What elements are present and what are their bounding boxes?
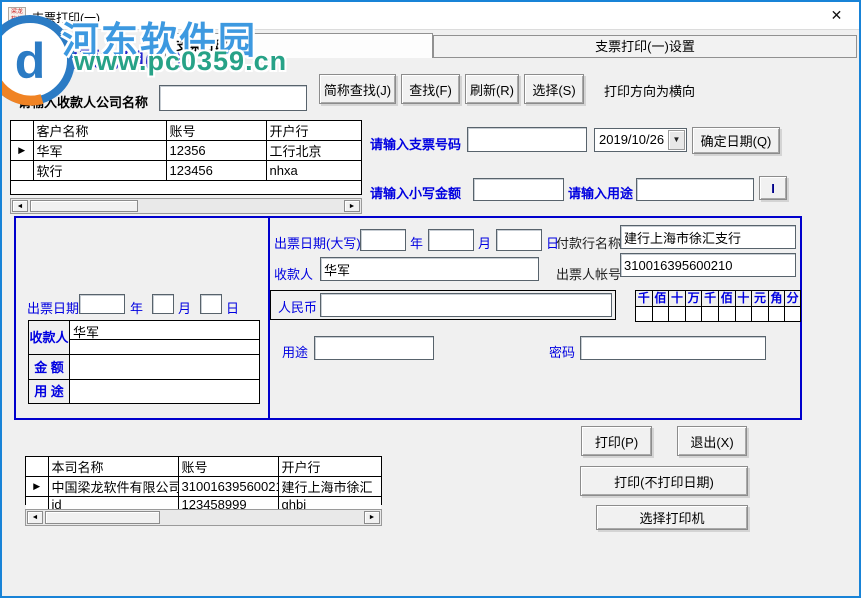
stub-year-suffix: 年 (130, 298, 143, 317)
company-grid: 本司名称 账号 开户行 ▶ 中国梁龙软件有限公司 31001639560021 … (25, 456, 382, 505)
purpose-input[interactable] (636, 178, 754, 201)
confirm-date-button[interactable]: 确定日期(Q) (692, 127, 780, 154)
caps-year-input[interactable] (360, 229, 406, 251)
scroll-thumb[interactable] (30, 200, 138, 212)
amount-input[interactable] (473, 178, 564, 201)
tab-check-print-settings[interactable]: 支票打印(一)设置 (433, 35, 857, 58)
company-row[interactable]: ▶ 中国梁龙软件有限公司 31001639560021 建行上海市徐汇 (26, 477, 381, 497)
tab-check-print[interactable]: 支票打印(一) (165, 33, 433, 58)
payer-bank-label: 付款行名称 (556, 233, 621, 252)
check-number-label: 请输入支票号码 (370, 134, 461, 153)
stub-year-input[interactable] (79, 294, 125, 314)
stub-month-suffix: 月 (178, 298, 191, 317)
choose-printer-button[interactable]: 选择打印机 (596, 505, 748, 530)
password-label: 密码 (549, 342, 575, 361)
cell-customer-bank[interactable]: 工行北京 (266, 141, 361, 161)
cell-company-bank[interactable]: 建行上海市徐汇 (278, 477, 381, 497)
password-input[interactable] (580, 336, 766, 360)
cell-customer-name[interactable]: 华军 (33, 141, 166, 161)
form-purpose-label: 用途 (282, 342, 308, 361)
scroll-thumb[interactable] (45, 511, 160, 524)
purpose-side-button[interactable]: I (759, 176, 787, 200)
payee-company-input[interactable] (159, 85, 307, 111)
app-window: 梁龙软件 支票打印(一) ✕ 支票打印(一) 支票打印(一)设置 支票打印(一)… (0, 0, 861, 598)
search-button[interactable]: 查找(F) (401, 74, 460, 104)
stub-payee-value[interactable]: 华军 (70, 321, 259, 339)
row-selector-icon: ▶ (11, 141, 33, 161)
close-icon[interactable]: ✕ (814, 2, 859, 29)
purpose-label: 请输入用途 (568, 183, 633, 202)
caps-month-input[interactable] (428, 229, 474, 251)
scroll-left-icon[interactable]: ◄ (27, 511, 43, 524)
payee-name-input[interactable] (320, 257, 539, 281)
customer-row[interactable]: 软行 123456 nhxa (11, 161, 361, 181)
refresh-button[interactable]: 刷新(R) (465, 74, 519, 104)
drawer-account-label: 出票人帐号 (556, 264, 621, 283)
stub-table: 收款人 华军 金 额 用 途 (28, 320, 260, 404)
cell-company-account[interactable]: 31001639560021 (178, 477, 278, 497)
date-caps-label: 出票日期(大写) (274, 233, 361, 252)
customer-grid-hscrollbar[interactable]: ◄ ► (10, 198, 362, 214)
abbr-search-button[interactable]: 简称查找(J) (319, 74, 396, 104)
chevron-down-icon[interactable]: ▼ (668, 130, 685, 150)
cell-company-name[interactable]: 中国梁龙软件有限公司 (48, 477, 178, 497)
digit-grid: 千 佰 十 万 千 佰 十 元 角 分 (635, 290, 801, 322)
stub-purpose-label: 用 途 (29, 379, 70, 403)
select-button[interactable]: 选择(S) (524, 74, 584, 104)
digit-grid-header: 千 佰 十 万 千 佰 十 元 角 分 (635, 290, 801, 306)
scroll-right-icon[interactable]: ► (344, 200, 360, 212)
stub-day-suffix: 日 (226, 298, 239, 317)
stub-amount-label: 金 额 (29, 354, 70, 379)
amount-label: 请输入小写金额 (370, 183, 461, 202)
selector-header-cell (11, 121, 33, 141)
caps-day-input[interactable] (496, 229, 542, 251)
company-col-account: 账号 (178, 457, 278, 477)
cell-customer-account[interactable]: 12356 (166, 141, 266, 161)
stub-payee-value2[interactable] (70, 339, 259, 354)
check-number-input[interactable] (467, 127, 587, 152)
date-combobox[interactable]: 2019/10/26 ▼ (594, 128, 687, 152)
company-col-name: 本司名称 (48, 457, 178, 477)
stub-payee-label: 收款人 (29, 321, 70, 354)
payee-company-label: 请输入收款人公司名称 (18, 92, 148, 111)
row-selector-icon: ▶ (26, 477, 48, 497)
stub-day-input[interactable] (200, 294, 222, 314)
rmb-amount-input[interactable] (320, 293, 612, 317)
cell-customer-account[interactable]: 123456 (166, 161, 266, 181)
cell-customer-name[interactable]: 软行 (33, 161, 166, 181)
payee-label: 收款人 (274, 264, 313, 283)
rmb-label: 人民币 (278, 297, 317, 316)
stub-month-input[interactable] (152, 294, 174, 314)
company-grid-hscrollbar[interactable]: ◄ ► (25, 509, 382, 526)
cell-customer-bank[interactable]: nhxa (266, 161, 361, 181)
customer-grid: 客户名称 账号 开户行 ▶ 华军 12356 工行北京 软行 123456 nh… (10, 120, 362, 195)
scroll-left-icon[interactable]: ◄ (12, 200, 28, 212)
app-icon: 梁龙软件 (8, 7, 26, 25)
drawer-account-input[interactable] (620, 253, 796, 277)
stub-amount-value[interactable] (70, 354, 259, 379)
page-title: 支票打印(一) (57, 44, 183, 74)
digit-grid-cells (635, 306, 801, 322)
stub-date-label: 出票日期 (27, 298, 79, 317)
svg-text:d: d (15, 33, 46, 89)
exit-button[interactable]: 退出(X) (677, 426, 747, 456)
caps-year-suffix: 年 (410, 233, 423, 252)
title-bar: 梁龙软件 支票打印(一) ✕ (2, 2, 859, 30)
customer-col-bank: 开户行 (266, 121, 361, 141)
customer-col-name: 客户名称 (33, 121, 166, 141)
check-form-panel: 出票日期 年 月 日 收款人 华军 金 额 用 途 出票日期(大写) 年 月 日… (14, 216, 802, 420)
form-purpose-input[interactable] (314, 336, 434, 360)
scroll-right-icon[interactable]: ► (364, 511, 380, 524)
window-title: 支票打印(一) (32, 9, 100, 26)
print-button[interactable]: 打印(P) (581, 426, 652, 456)
customer-row[interactable]: ▶ 华军 12356 工行北京 (11, 141, 361, 161)
print-orientation-note: 打印方向为横向 (604, 81, 695, 100)
payer-bank-input[interactable] (620, 225, 796, 249)
print-no-date-button[interactable]: 打印(不打印日期) (580, 466, 748, 496)
customer-col-account: 账号 (166, 121, 266, 141)
company-col-bank: 开户行 (278, 457, 381, 477)
caps-month-suffix: 月 (478, 233, 491, 252)
date-value: 2019/10/26 (599, 132, 664, 147)
stub-purpose-value[interactable] (70, 379, 259, 403)
